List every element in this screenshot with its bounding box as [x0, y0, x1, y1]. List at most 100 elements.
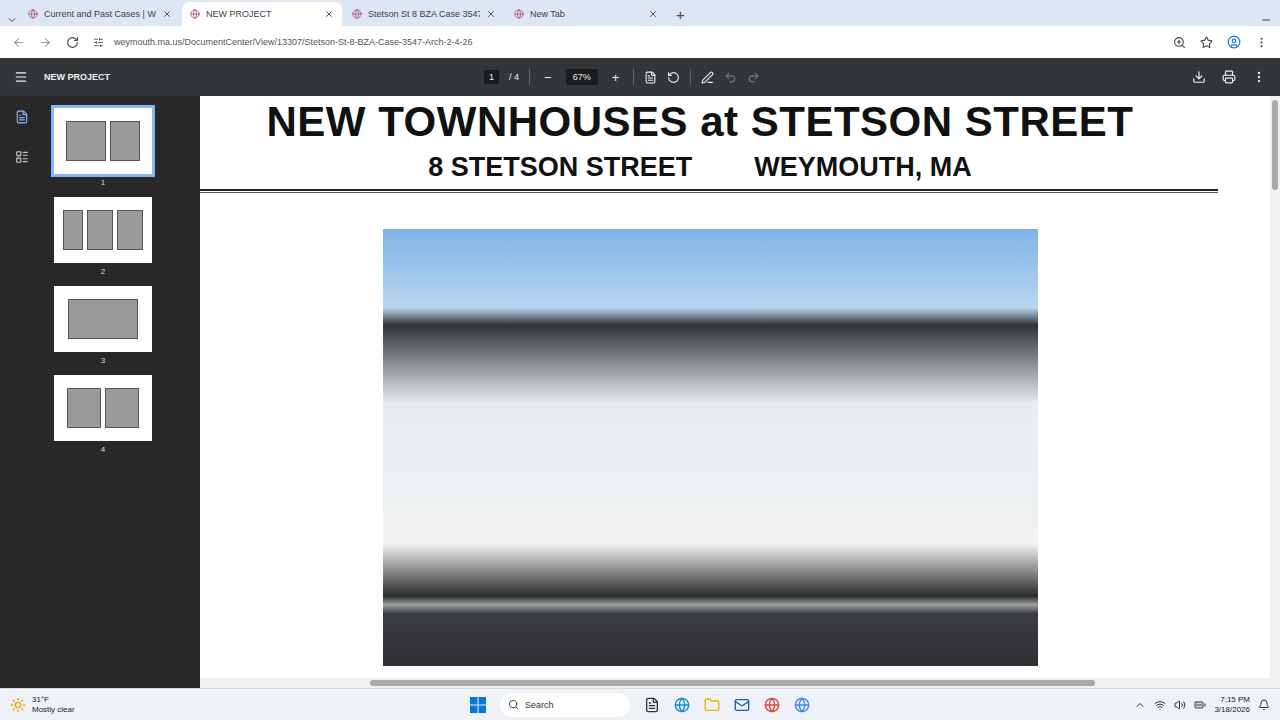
browser-window: Current and Past Cases | Weym NEW PROJECT… — [0, 0, 1280, 720]
zoom-icon[interactable] — [1173, 36, 1186, 49]
minimize-icon[interactable] — [1260, 14, 1272, 26]
viewer-body: 1 2 3 4 NEW TOWNHOUSES at STETSON STREET8 ST… — [0, 96, 1280, 688]
thumbnail-figure — [117, 210, 143, 250]
annotate-icon[interactable] — [701, 71, 714, 84]
volume-icon[interactable] — [1174, 699, 1186, 711]
search-icon — [508, 699, 519, 710]
thumbnail-figure — [105, 388, 139, 428]
close-icon[interactable] — [162, 9, 172, 19]
tab-strip: Current and Past Cases | Weym NEW PROJECT… — [20, 2, 1258, 26]
url-text: weymouth.ma.us/DocumentCenter/View/13307… — [114, 37, 473, 47]
clock[interactable]: 7:15 PM3/18/2026 — [1214, 695, 1250, 715]
page-thumbnail[interactable] — [54, 108, 152, 174]
thumbnail-list: 1 2 3 4 — [44, 96, 200, 688]
page-input[interactable]: 1 — [484, 70, 499, 84]
thumbnail-item[interactable]: 2 — [54, 197, 152, 276]
menu-icon[interactable] — [1255, 36, 1268, 49]
close-icon[interactable] — [486, 9, 496, 19]
favicon-icon — [28, 9, 38, 19]
rendering-image — [383, 229, 1038, 666]
thumbnail-figure — [87, 210, 113, 250]
tab-label: Stetson St 8 BZA Case 3547_1 — [368, 9, 480, 19]
page-controls: 1/ 4−67%+ — [484, 69, 760, 85]
title-rule — [200, 189, 1218, 193]
page-thumbnail[interactable] — [54, 286, 152, 352]
page-thumbnail[interactable] — [54, 197, 152, 263]
document-subtitle: 8 STETSON STREETWEYMOUTH, MA — [428, 152, 1042, 183]
chrome-icon[interactable] — [764, 697, 780, 713]
battery-icon[interactable] — [1194, 699, 1206, 711]
print-icon[interactable] — [1222, 70, 1236, 84]
thumbnail-figure — [67, 388, 101, 428]
thumbnail-item[interactable]: 1 — [54, 108, 152, 187]
close-icon[interactable] — [648, 9, 658, 19]
horizontal-scrollbar[interactable] — [200, 678, 1280, 688]
weather-icon — [10, 697, 26, 713]
outline-icon[interactable] — [15, 150, 29, 164]
thumbnail-figure — [66, 121, 106, 161]
page-thumbnail[interactable] — [54, 375, 152, 441]
thumbnail-number: 4 — [101, 445, 105, 454]
pdf-title: NEW PROJECT — [44, 72, 484, 82]
favicon-icon — [514, 9, 524, 19]
weather-widget[interactable]: 31°FMostly clear — [10, 695, 470, 715]
thumbnail-number: 3 — [101, 356, 105, 365]
thumbnail-figure — [68, 299, 138, 339]
thumbnail-item[interactable]: 4 — [54, 375, 152, 454]
fit-page-icon[interactable] — [644, 71, 657, 84]
undo-icon[interactable] — [724, 71, 737, 84]
zoom-in-button[interactable]: + — [608, 70, 624, 85]
app-icon[interactable] — [794, 697, 810, 713]
weather-condition: Mostly clear — [32, 705, 75, 715]
browser-tab[interactable]: Stetson St 8 BZA Case 3547_1 — [344, 2, 504, 26]
address-row: weymouth.ma.us/DocumentCenter/View/13307… — [0, 26, 1280, 58]
new-tab-button[interactable]: + — [668, 4, 693, 26]
redo-icon[interactable] — [747, 71, 760, 84]
bookmark-icon[interactable] — [1200, 36, 1213, 49]
back-icon[interactable] — [12, 36, 25, 49]
search-placeholder: Search — [525, 700, 554, 710]
edge-icon[interactable] — [674, 697, 690, 713]
file-explorer-icon[interactable] — [704, 697, 720, 713]
more-icon[interactable] — [1252, 70, 1266, 84]
pdf-toolbar: NEW PROJECT1/ 4−67%+ — [0, 58, 1280, 96]
time: 7:15 PM — [1220, 695, 1250, 705]
hamburger-icon[interactable] — [14, 70, 28, 84]
thumbnail-sidebar: 1 2 3 4 — [0, 96, 200, 688]
task-view-icon[interactable] — [644, 697, 660, 713]
thumbnail-figure — [110, 121, 140, 161]
forward-icon[interactable] — [39, 36, 52, 49]
tab-list-icon[interactable] — [6, 14, 18, 26]
close-icon[interactable] — [324, 9, 334, 19]
download-icon[interactable] — [1192, 70, 1206, 84]
notification-icon[interactable] — [1258, 699, 1270, 711]
taskbar-apps: Search — [470, 693, 810, 717]
system-tray: 7:15 PM3/18/2026 — [1134, 695, 1270, 715]
thumbnails-icon[interactable] — [15, 110, 29, 124]
rotate-icon[interactable] — [667, 71, 680, 84]
thumbnail-number: 1 — [101, 178, 105, 187]
browser-tab[interactable]: New Tab — [506, 2, 666, 26]
document-row: NEW TOWNHOUSES at STETSON STREET8 STETSO… — [200, 96, 1280, 678]
profile-icon[interactable] — [1227, 35, 1241, 49]
taskbar: 31°FMostly clear Search 7:15 PM3/18/2026 — [0, 688, 1280, 720]
site-info-icon[interactable] — [93, 37, 104, 48]
vertical-scrollbar[interactable] — [1270, 96, 1280, 678]
zoom-input[interactable]: 67% — [566, 69, 598, 85]
tab-label: New Tab — [530, 9, 642, 19]
reload-icon[interactable] — [66, 36, 79, 49]
zoom-out-button[interactable]: − — [540, 70, 556, 85]
mail-icon[interactable] — [734, 697, 750, 713]
url-field[interactable]: weymouth.ma.us/DocumentCenter/View/13307… — [93, 37, 1159, 48]
street-address: 8 STETSON STREET — [428, 152, 692, 183]
wifi-icon[interactable] — [1154, 699, 1166, 711]
browser-tab[interactable]: NEW PROJECT — [182, 2, 342, 26]
tray-overflow-icon[interactable] — [1134, 699, 1146, 711]
tab-label: Current and Past Cases | Weym — [44, 9, 156, 19]
thumbnail-item[interactable]: 3 — [54, 286, 152, 365]
windows-start-icon[interactable] — [470, 697, 486, 713]
sidebar-icons — [0, 96, 44, 688]
browser-tab[interactable]: Current and Past Cases | Weym — [20, 2, 180, 26]
taskbar-search[interactable]: Search — [500, 693, 630, 717]
tab-label: NEW PROJECT — [206, 9, 318, 19]
